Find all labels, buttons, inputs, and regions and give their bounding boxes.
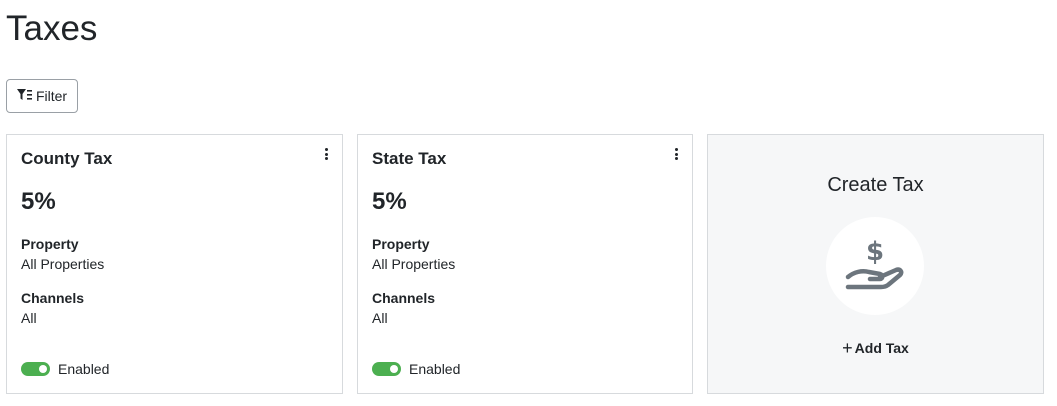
channels-value: All — [21, 310, 37, 326]
svg-text:$: $ — [866, 237, 884, 267]
page-title: Taxes — [6, 9, 98, 48]
status-row: Enabled — [21, 361, 109, 377]
channels-value: All — [372, 310, 388, 326]
hand-dollar-icon: $ — [842, 233, 908, 300]
toggle-label: Enabled — [58, 361, 110, 377]
property-label: Property — [21, 236, 79, 252]
create-tax-card[interactable]: Create Tax $ + Add Tax — [707, 134, 1044, 394]
property-value: All Properties — [372, 256, 456, 272]
kebab-menu-icon[interactable] — [670, 146, 682, 162]
enabled-toggle[interactable] — [21, 362, 50, 376]
toggle-label: Enabled — [409, 361, 461, 377]
plus-icon: + — [842, 338, 853, 358]
property-value: All Properties — [21, 256, 105, 272]
enabled-toggle[interactable] — [372, 362, 401, 376]
add-tax-label: Add Tax — [854, 340, 909, 356]
status-row: Enabled — [372, 361, 460, 377]
channels-label: Channels — [21, 290, 85, 306]
tax-card-state: State Tax 5% Property All Properties Cha… — [357, 134, 693, 394]
card-title: County Tax — [21, 149, 113, 168]
add-tax-button[interactable]: + Add Tax — [708, 338, 1043, 359]
tax-rate: 5% — [372, 188, 407, 215]
filter-button[interactable]: Filter — [6, 79, 78, 113]
property-label: Property — [372, 236, 430, 252]
card-title: State Tax — [372, 149, 447, 168]
icon-circle: $ — [826, 217, 924, 315]
channels-label: Channels — [372, 290, 436, 306]
tax-rate: 5% — [21, 188, 56, 215]
filter-icon — [16, 88, 32, 104]
create-tax-title: Create Tax — [827, 174, 924, 196]
tax-card-county: County Tax 5% Property All Properties Ch… — [6, 134, 343, 394]
filter-label: Filter — [35, 88, 68, 104]
kebab-menu-icon[interactable] — [320, 146, 332, 162]
